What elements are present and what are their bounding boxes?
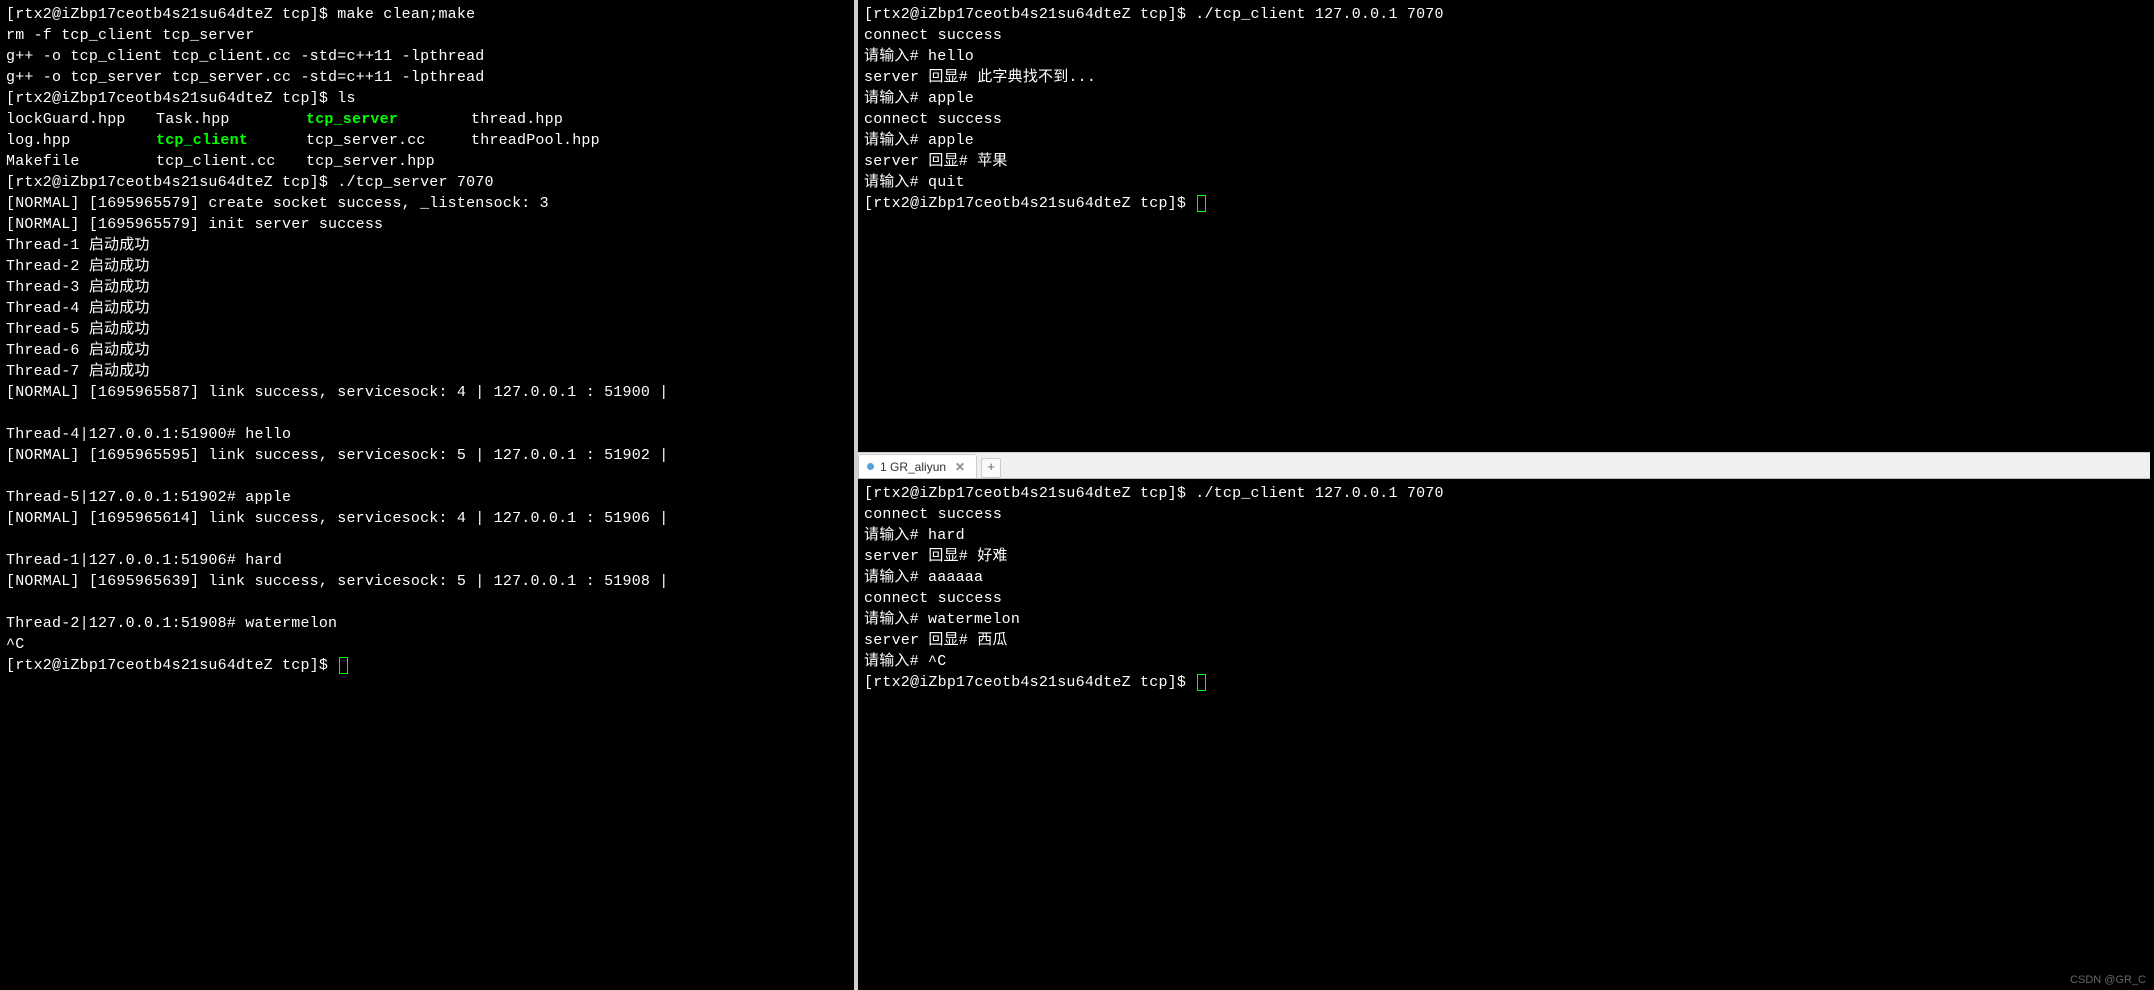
log-line: [NORMAL] [1695965579] init server succes… [6, 214, 848, 235]
thread-line: Thread-6 启动成功 [6, 340, 848, 361]
message-line: Thread-2|127.0.0.1:51908# watermelon [6, 613, 848, 634]
command-text: ./tcp_server 7070 [337, 174, 493, 191]
log-line: [NORMAL] [1695965639] link success, serv… [6, 571, 848, 592]
log-line: [NORMAL] [1695965614] link success, serv… [6, 508, 848, 529]
ls-output-row: log.hpp tcp_client tcp_server.cc threadP… [6, 130, 848, 151]
thread-line: Thread-3 启动成功 [6, 277, 848, 298]
output-line: 请输入# hard [864, 525, 2144, 546]
output-line: server 回显# 此字典找不到... [864, 67, 2144, 88]
output-line: connect success [864, 109, 2144, 130]
message-line: Thread-1|127.0.0.1:51906# hard [6, 550, 848, 571]
filename: thread.hpp [471, 109, 671, 130]
close-icon[interactable]: ✕ [952, 460, 968, 474]
thread-line: Thread-4 启动成功 [6, 298, 848, 319]
output-line: 请输入# apple [864, 130, 2144, 151]
blank-line [6, 403, 848, 424]
filename: Task.hpp [156, 109, 306, 130]
output-line: connect success [864, 504, 2144, 525]
prompt-line: [rtx2@iZbp17ceotb4s21su64dteZ tcp]$ ./tc… [864, 483, 2144, 504]
prompt-line[interactable]: [rtx2@iZbp17ceotb4s21su64dteZ tcp]$ [864, 672, 2144, 693]
prompt-line[interactable]: [rtx2@iZbp17ceotb4s21su64dteZ tcp]$ [6, 655, 848, 676]
blank-line [6, 466, 848, 487]
tab-label: 1 GR_aliyun [880, 460, 946, 474]
prompt-line: [rtx2@iZbp17ceotb4s21su64dteZ tcp]$ ./tc… [6, 172, 848, 193]
thread-line: Thread-5 启动成功 [6, 319, 848, 340]
filename [471, 151, 671, 172]
output-line: server 回显# 好难 [864, 546, 2144, 567]
command-text: ./tcp_client 127.0.0.1 7070 [1195, 6, 1443, 23]
filename: Makefile [6, 151, 156, 172]
output-line: connect success [864, 588, 2144, 609]
output-line: connect success [864, 25, 2144, 46]
filename: tcp_server.cc [306, 130, 471, 151]
watermark-text: CSDN @GR_C [2070, 974, 2146, 986]
terminal-pane-top-right[interactable]: [rtx2@iZbp17ceotb4s21su64dteZ tcp]$ ./tc… [858, 0, 2150, 453]
output-line: g++ -o tcp_server tcp_server.cc -std=c++… [6, 67, 848, 88]
blank-line [6, 529, 848, 550]
output-line: 请输入# watermelon [864, 609, 2144, 630]
output-line: rm -f tcp_client tcp_server [6, 25, 848, 46]
thread-line: Thread-1 启动成功 [6, 235, 848, 256]
prompt-line[interactable]: [rtx2@iZbp17ceotb4s21su64dteZ tcp]$ [864, 193, 2144, 214]
command-text: ls [337, 90, 355, 107]
command-text: ./tcp_client 127.0.0.1 7070 [1195, 485, 1443, 502]
executable-name: tcp_server [306, 109, 471, 130]
add-tab-button[interactable]: + [981, 458, 1001, 478]
message-line: Thread-4|127.0.0.1:51900# hello [6, 424, 848, 445]
ls-output-row: lockGuard.hpp Task.hpp tcp_server thread… [6, 109, 848, 130]
prompt-line: [rtx2@iZbp17ceotb4s21su64dteZ tcp]$ ./tc… [864, 4, 2144, 25]
output-line: server 回显# 西瓜 [864, 630, 2144, 651]
ls-output-row: Makefile tcp_client.cc tcp_server.hpp [6, 151, 848, 172]
filename: tcp_client.cc [156, 151, 306, 172]
thread-line: Thread-2 启动成功 [6, 256, 848, 277]
executable-name: tcp_client [156, 130, 306, 151]
cursor-icon [1197, 195, 1206, 212]
output-line: 请输入# quit [864, 172, 2144, 193]
status-dot-icon [867, 463, 874, 470]
sigint-line: ^C [6, 634, 848, 655]
command-text: make clean;make [337, 6, 475, 23]
tab-gr-aliyun[interactable]: 1 GR_aliyun ✕ [858, 454, 977, 478]
blank-line [6, 592, 848, 613]
cursor-icon [339, 657, 348, 674]
terminal-pane-left[interactable]: [rtx2@iZbp17ceotb4s21su64dteZ tcp]$ make… [0, 0, 858, 990]
terminal-pane-bottom-right[interactable]: [rtx2@iZbp17ceotb4s21su64dteZ tcp]$ ./tc… [858, 479, 2150, 990]
output-line: 请输入# aaaaaa [864, 567, 2144, 588]
filename: tcp_server.hpp [306, 151, 471, 172]
log-line: [NORMAL] [1695965595] link success, serv… [6, 445, 848, 466]
right-column: [rtx2@iZbp17ceotb4s21su64dteZ tcp]$ ./tc… [858, 0, 2150, 990]
output-line: 请输入# ^C [864, 651, 2144, 672]
output-line: 请输入# hello [864, 46, 2144, 67]
filename: threadPool.hpp [471, 130, 671, 151]
filename: lockGuard.hpp [6, 109, 156, 130]
output-line: 请输入# apple [864, 88, 2144, 109]
prompt-line: [rtx2@iZbp17ceotb4s21su64dteZ tcp]$ make… [6, 4, 848, 25]
log-line: [NORMAL] [1695965579] create socket succ… [6, 193, 848, 214]
thread-line: Thread-7 启动成功 [6, 361, 848, 382]
cursor-icon [1197, 674, 1206, 691]
output-line: server 回显# 苹果 [864, 151, 2144, 172]
output-line: g++ -o tcp_client tcp_client.cc -std=c++… [6, 46, 848, 67]
message-line: Thread-5|127.0.0.1:51902# apple [6, 487, 848, 508]
prompt-line: [rtx2@iZbp17ceotb4s21su64dteZ tcp]$ ls [6, 88, 848, 109]
tab-bar: 1 GR_aliyun ✕ + [858, 453, 2150, 479]
log-line: [NORMAL] [1695965587] link success, serv… [6, 382, 848, 403]
filename: log.hpp [6, 130, 156, 151]
